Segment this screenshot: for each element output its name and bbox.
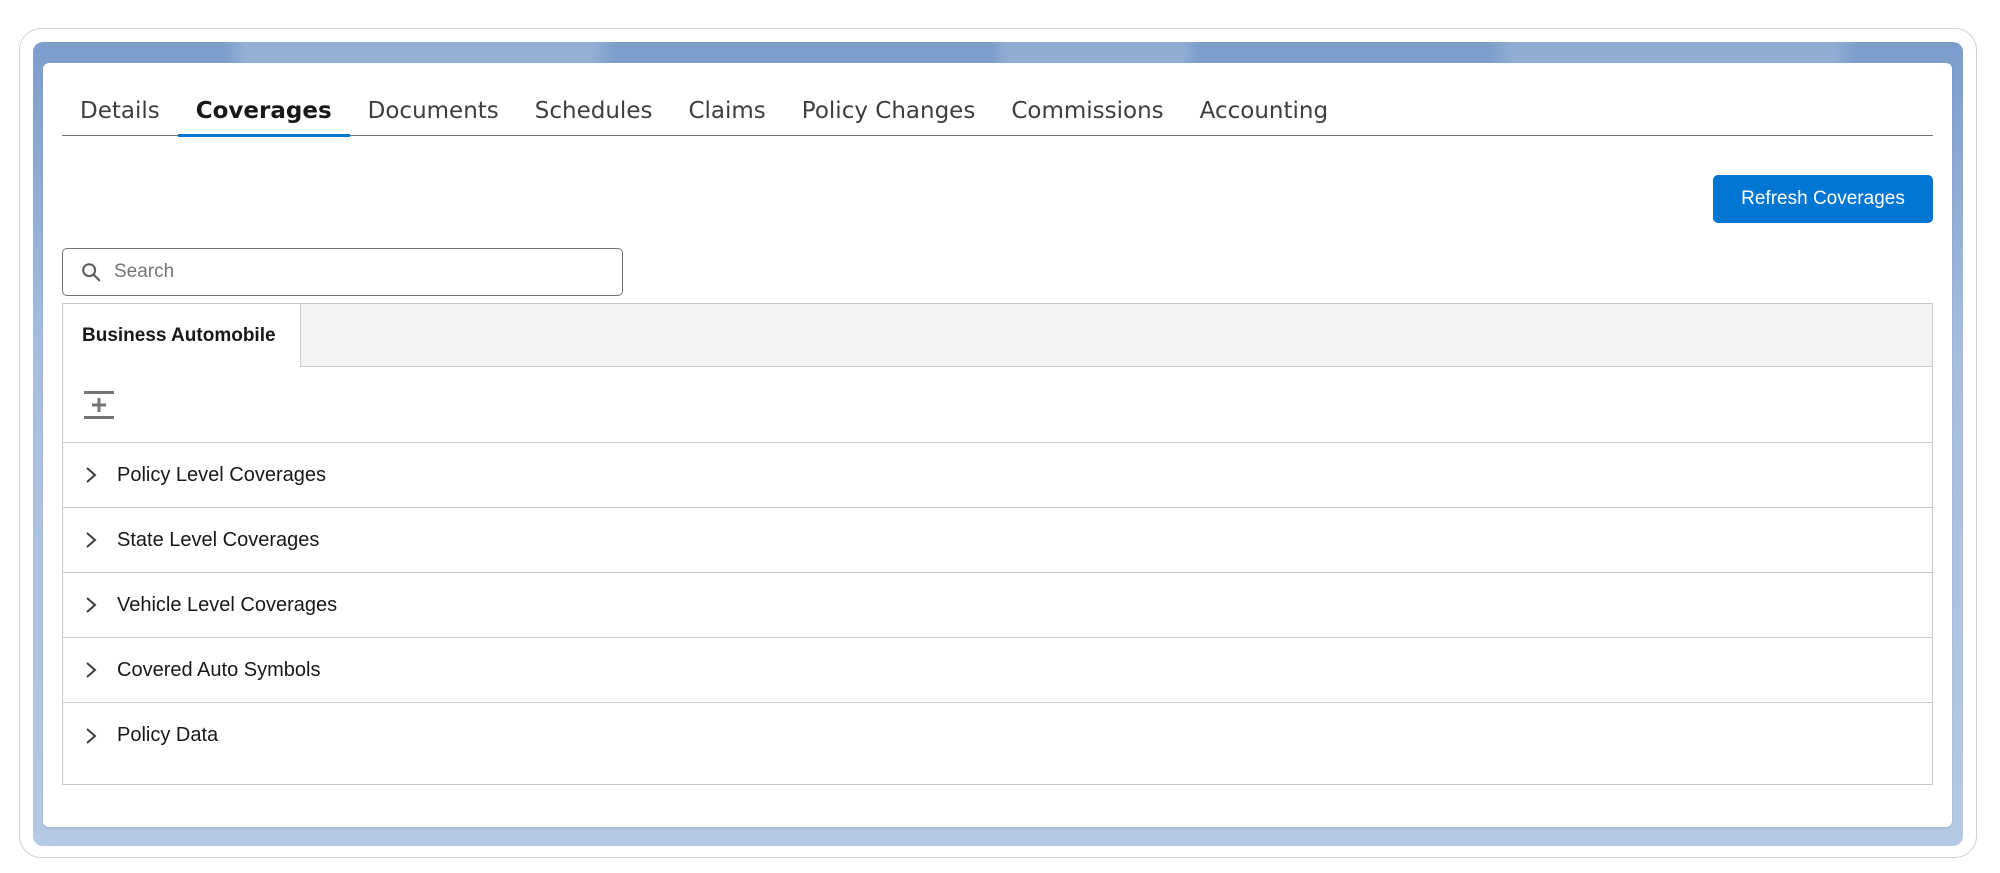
tab-documents[interactable]: Documents <box>350 86 517 136</box>
section-covered-auto-symbols[interactable]: Covered Auto Symbols <box>63 638 1932 703</box>
tab-schedules[interactable]: Schedules <box>517 86 671 136</box>
section-label: Vehicle Level Coverages <box>117 593 338 616</box>
section-vehicle-level-coverages[interactable]: Vehicle Level Coverages <box>63 573 1932 638</box>
chevron-right-icon <box>86 532 97 548</box>
coverage-tabbar: Business Automobile <box>63 304 1932 368</box>
expand-all-icon[interactable] <box>83 390 115 420</box>
section-label: Policy Level Coverages <box>117 463 326 486</box>
chevron-right-icon <box>86 727 97 744</box>
chevron-right-icon <box>86 662 97 678</box>
chevron-right-icon <box>86 467 97 483</box>
tab-claims[interactable]: Claims <box>670 86 783 136</box>
tab-details[interactable]: Details <box>62 86 178 136</box>
search-input[interactable] <box>114 261 594 283</box>
coverage-panel: Business Automobile Policy Level Coverag… <box>62 303 1933 785</box>
section-label: Covered Auto Symbols <box>117 658 321 681</box>
section-policy-data[interactable]: Policy Data <box>63 703 1932 768</box>
section-label: State Level Coverages <box>117 528 320 551</box>
section-state-level-coverages[interactable]: State Level Coverages <box>63 508 1932 573</box>
tab-accounting[interactable]: Accounting <box>1182 86 1346 136</box>
section-label: Policy Data <box>117 724 219 746</box>
section-policy-level-coverages[interactable]: Policy Level Coverages <box>63 443 1932 508</box>
tab-commissions[interactable]: Commissions <box>993 86 1181 136</box>
tab-business-automobile[interactable]: Business Automobile <box>63 304 301 368</box>
tab-policy-changes[interactable]: Policy Changes <box>784 86 994 136</box>
refresh-coverages-button[interactable]: Refresh Coverages <box>1713 175 1933 223</box>
expand-all-row <box>63 367 1932 443</box>
search-icon <box>82 263 101 282</box>
record-tabs: Details Coverages Documents Schedules Cl… <box>62 86 1933 137</box>
chevron-right-icon <box>86 597 97 613</box>
tab-coverages[interactable]: Coverages <box>177 86 350 137</box>
search-field[interactable] <box>62 248 623 296</box>
